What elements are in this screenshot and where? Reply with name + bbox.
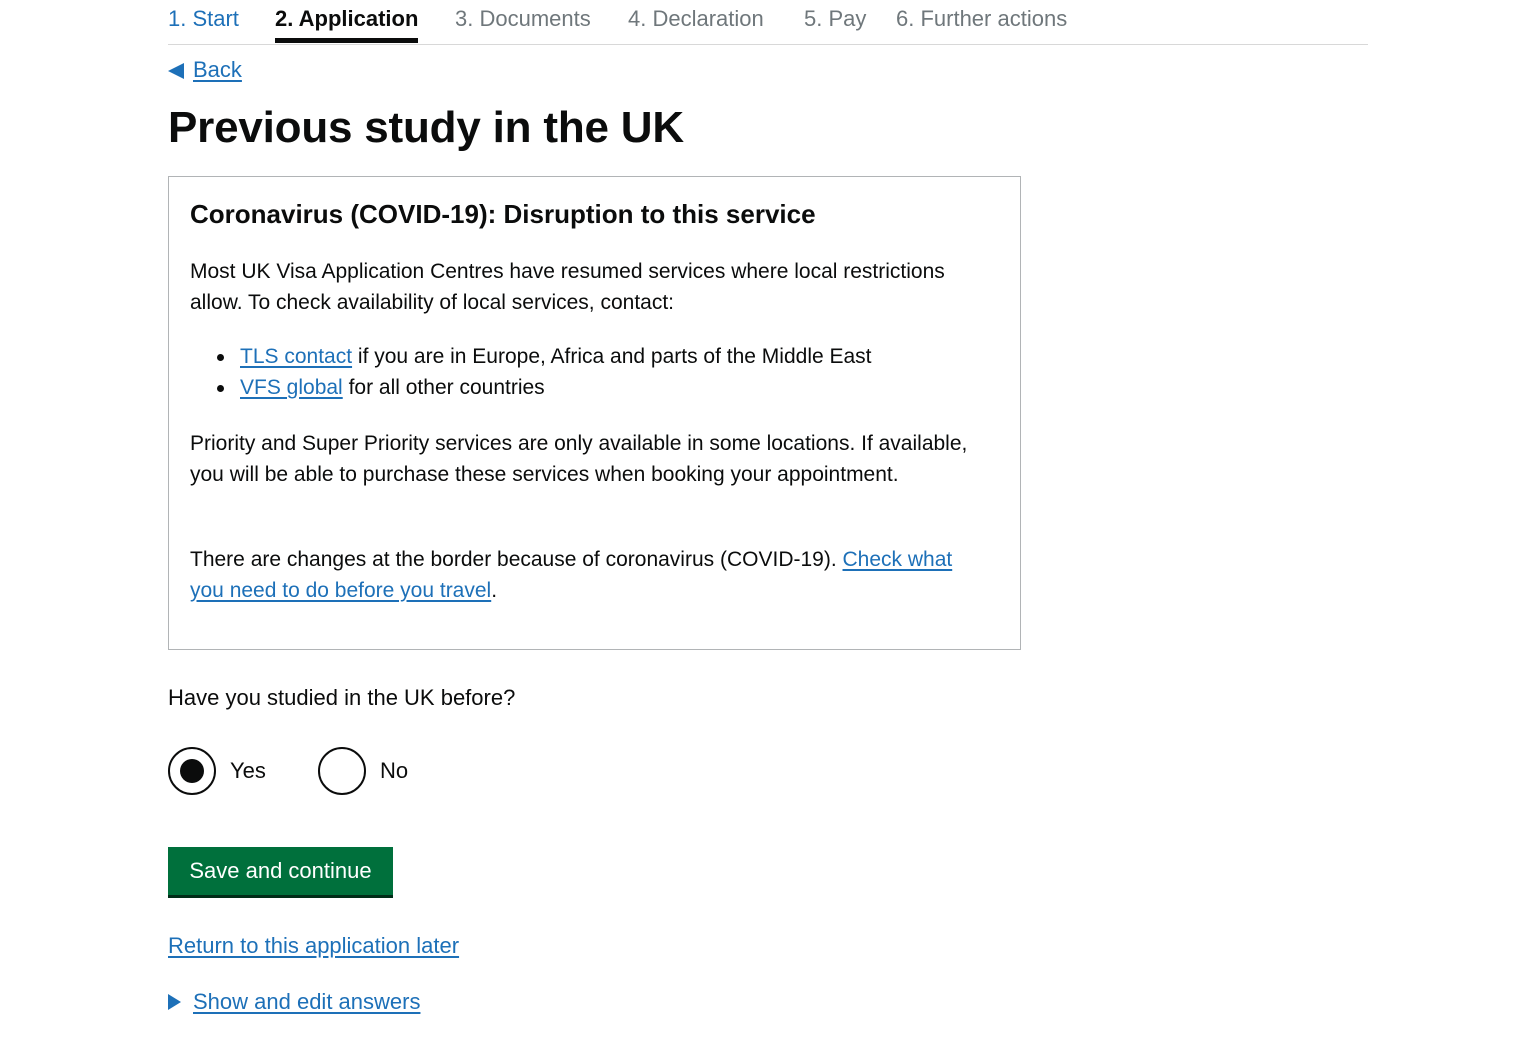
page-title: Previous study in the UK [168,103,684,152]
radio-no-input[interactable] [318,747,366,795]
step-pay: 5. Pay [804,6,867,31]
notice-para-2: Priority and Super Priority services are… [190,432,968,486]
notice-para-3: There are changes at the border because … [190,544,960,606]
vfs-global-link[interactable]: VFS global [240,376,343,399]
radio-yes-input[interactable] [168,747,216,795]
page: 1. Start 2. Application 3. Documents 4. … [0,0,1536,1042]
step-further-actions: 6. Further actions [896,6,1068,31]
radio-yes-label[interactable]: Yes [230,758,266,784]
save-and-continue-button[interactable]: Save and continue [168,847,393,895]
progress-steps: 1. Start 2. Application 3. Documents 4. … [168,0,1368,45]
list-item-text: for all other countries [342,376,545,399]
notice-para-3-text: There are changes at the border because … [190,548,843,571]
back-link[interactable]: Back [168,56,242,84]
triangle-right-icon [168,994,181,1010]
show-edit-answers-toggle[interactable]: Show and edit answers [168,987,420,1017]
tls-contact-link[interactable]: TLS contact [240,345,352,368]
list-item-text: if you are in Europe, Africa and parts o… [352,345,872,368]
radio-yes[interactable]: Yes [168,747,266,795]
notice-list: TLS contact if you are in Europe, Africa… [190,341,872,403]
back-arrow-icon [168,62,184,79]
show-edit-answers-label: Show and edit answers [193,989,421,1014]
step-declaration: 4. Declaration [628,6,764,31]
notice-title: Coronavirus (COVID-19): Disruption to th… [190,199,816,229]
radio-no[interactable]: No [318,747,408,795]
radio-no-label[interactable]: No [380,758,408,784]
list-item: VFS global for all other countries [190,372,872,403]
covid-notice: Coronavirus (COVID-19): Disruption to th… [168,176,1021,650]
notice-para-1: Most UK Visa Application Centres have re… [190,260,945,314]
return-later-link[interactable]: Return to this application later [168,931,459,961]
notice-para-3-end: . [491,579,498,602]
back-link-label: Back [193,57,242,82]
step-start[interactable]: 1. Start [168,5,239,33]
question-label: Have you studied in the UK before? [168,685,516,710]
step-application: 2. Application [275,5,419,43]
step-documents: 3. Documents [455,6,591,31]
list-item: TLS contact if you are in Europe, Africa… [190,341,872,372]
